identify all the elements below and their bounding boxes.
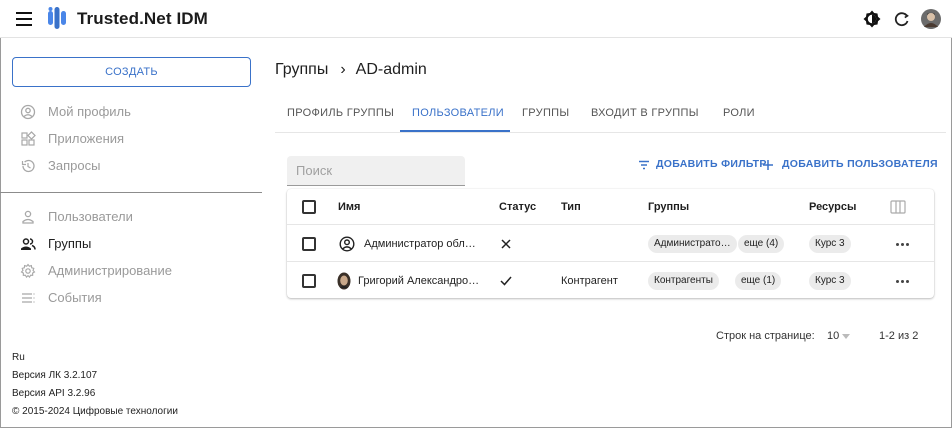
table-row[interactable]: Григорий Александро… Контрагент Контраге… bbox=[287, 263, 934, 299]
cross-icon bbox=[501, 239, 511, 249]
table-header-row: Имя Статус Тип Группы Ресурсы bbox=[287, 189, 934, 225]
user-type: Контрагент bbox=[561, 275, 618, 287]
trusted-logo-icon[interactable] bbox=[46, 6, 68, 30]
search-input[interactable] bbox=[287, 156, 465, 185]
tab-member-of[interactable]: ВХОДИТ В ГРУППЫ bbox=[591, 107, 699, 119]
tab-roles[interactable]: РОЛИ bbox=[723, 107, 755, 119]
sidebar-item-label: Администрирование bbox=[48, 263, 172, 278]
history-icon bbox=[21, 159, 35, 173]
list-icon bbox=[22, 293, 35, 303]
tab-users[interactable]: ПОЛЬЗОВАТЕЛИ bbox=[412, 107, 504, 119]
user-name[interactable]: Администратор обл… bbox=[364, 238, 476, 250]
sidebar-divider bbox=[0, 192, 262, 193]
gear-icon bbox=[20, 263, 36, 278]
breadcrumb-current: AD-admin bbox=[355, 61, 427, 78]
sidebar-item-administration[interactable]: Администрирование bbox=[0, 258, 264, 284]
version-api: Версия API 3.2.96 bbox=[12, 388, 96, 399]
column-header-status[interactable]: Статус bbox=[499, 201, 536, 213]
add-user-button[interactable]: ДОБАВИТЬ ПОЛЬЗОВАТЕЛЯ bbox=[762, 158, 938, 170]
copyright: © 2015-2024 Цифровые технологии bbox=[12, 406, 178, 417]
search-field[interactable] bbox=[287, 156, 465, 186]
sidebar-item-groups[interactable]: Группы bbox=[0, 231, 264, 257]
filter-icon bbox=[639, 160, 649, 170]
version-lk: Версия ЛК 3.2.107 bbox=[12, 370, 98, 381]
more-groups-chip[interactable]: еще (1) bbox=[735, 272, 782, 290]
more-groups-chip[interactable]: еще (4) bbox=[738, 235, 785, 253]
language-switch[interactable]: Ru bbox=[12, 352, 25, 363]
group-icon bbox=[21, 238, 36, 250]
rows-per-page-select[interactable]: 10 bbox=[827, 330, 850, 342]
person-icon bbox=[22, 210, 34, 224]
column-header-type[interactable]: Тип bbox=[561, 201, 581, 213]
account-circle-icon bbox=[339, 236, 355, 252]
refresh-icon[interactable] bbox=[892, 9, 912, 29]
add-filter-button[interactable]: ДОБАВИТЬ ФИЛЬТР bbox=[638, 158, 767, 170]
rows-per-page-value: 10 bbox=[827, 330, 840, 342]
users-table: Имя Статус Тип Группы Ресурсы Администра… bbox=[287, 189, 934, 298]
row-checkbox[interactable] bbox=[302, 274, 316, 288]
chevron-down-icon bbox=[842, 334, 850, 339]
rows-per-page-label: Строк на странице: bbox=[716, 330, 815, 342]
add-user-label: ДОБАВИТЬ ПОЛЬЗОВАТЕЛЯ bbox=[782, 158, 938, 170]
resource-chip[interactable]: Курс 3 bbox=[809, 235, 851, 253]
active-tab-indicator bbox=[400, 130, 510, 132]
sidebar-item-label: Группы bbox=[48, 236, 92, 251]
sidebar-item-applications[interactable]: Приложения bbox=[0, 126, 264, 152]
user-name[interactable]: Григорий Александро… bbox=[358, 275, 479, 287]
sidebar-item-label: Мой профиль bbox=[48, 104, 131, 119]
more-actions-icon[interactable] bbox=[896, 243, 912, 247]
tab-bar: ПРОФИЛЬ ГРУППЫ ПОЛЬЗОВАТЕЛИ ГРУППЫ ВХОДИ… bbox=[275, 99, 946, 133]
sidebar: СОЗДАТЬ Мой профиль Приложения Запросы П… bbox=[0, 39, 264, 427]
user-photo bbox=[337, 272, 351, 290]
resource-chip[interactable]: Курс 3 bbox=[809, 272, 851, 290]
app-title: Trusted.Net IDM bbox=[77, 9, 208, 28]
group-chip[interactable]: Администрато… bbox=[648, 235, 737, 253]
sidebar-item-label: Приложения bbox=[48, 131, 125, 146]
create-button[interactable]: СОЗДАТЬ bbox=[12, 57, 251, 87]
check-icon bbox=[500, 276, 512, 286]
add-filter-label: ДОБАВИТЬ ФИЛЬТР bbox=[656, 158, 767, 170]
group-chip[interactable]: Контрагенты bbox=[648, 272, 719, 290]
select-all-checkbox[interactable] bbox=[302, 200, 316, 214]
account-circle-icon bbox=[20, 104, 36, 120]
pagination-range: 1-2 из 2 bbox=[879, 330, 919, 342]
sidebar-item-my-profile[interactable]: Мой профиль bbox=[0, 99, 264, 125]
breadcrumb: Группы › AD-admin bbox=[275, 61, 427, 79]
sidebar-item-label: Пользователи bbox=[48, 209, 133, 224]
breadcrumb-separator: › bbox=[340, 61, 346, 78]
app-bar: Trusted.Net IDM bbox=[0, 0, 952, 38]
user-avatar[interactable] bbox=[921, 9, 941, 29]
sidebar-item-label: События bbox=[48, 290, 102, 305]
column-header-groups[interactable]: Группы bbox=[648, 201, 689, 213]
plus-icon bbox=[763, 160, 773, 170]
column-header-name[interactable]: Имя bbox=[338, 201, 360, 213]
table-row[interactable]: Администратор обл… Администрато… еще (4)… bbox=[287, 226, 934, 262]
menu-icon[interactable] bbox=[16, 12, 32, 26]
sidebar-item-events[interactable]: События bbox=[0, 285, 264, 311]
tab-groups[interactable]: ГРУППЫ bbox=[522, 107, 569, 119]
row-checkbox[interactable] bbox=[302, 237, 316, 251]
column-header-resources[interactable]: Ресурсы bbox=[809, 201, 856, 213]
breadcrumb-parent[interactable]: Группы bbox=[275, 61, 328, 79]
columns-icon[interactable] bbox=[890, 200, 906, 214]
more-actions-icon[interactable] bbox=[896, 280, 912, 284]
theme-toggle-icon[interactable] bbox=[862, 9, 882, 29]
sidebar-item-users[interactable]: Пользователи bbox=[0, 204, 264, 230]
sidebar-item-requests[interactable]: Запросы bbox=[0, 153, 264, 179]
sidebar-item-label: Запросы bbox=[48, 158, 101, 173]
tab-group-profile[interactable]: ПРОФИЛЬ ГРУППЫ bbox=[287, 107, 394, 119]
apps-grid-icon bbox=[21, 131, 36, 146]
